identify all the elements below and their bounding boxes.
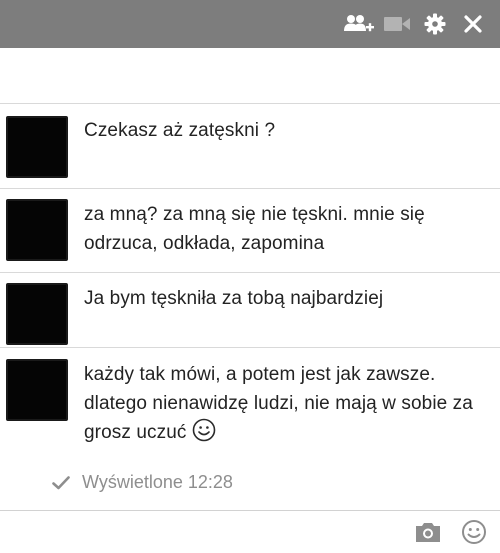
emoji-button[interactable]: [458, 517, 490, 547]
seen-indicator: Wyświetlone 12:28: [52, 472, 233, 493]
message-text: Czekasz aż zatęskni ?: [84, 120, 276, 141]
message-text: za mną? za mną się nie tęskni. mnie się …: [84, 204, 425, 254]
settings-button[interactable]: [418, 7, 452, 41]
seen-label: Wyświetlone 12:28: [82, 472, 233, 492]
add-friends-icon: [344, 15, 374, 32]
compose-bar: [0, 510, 500, 553]
gear-icon: [424, 13, 446, 35]
video-camera-icon: [384, 17, 410, 31]
add-friends-button[interactable]: [342, 7, 376, 41]
emoji-icon: [462, 520, 486, 544]
video-call-button[interactable]: [380, 7, 414, 41]
checkmark-icon: [52, 475, 70, 489]
message-item: każdy tak mówi, a potem jest jak zawsze.…: [0, 347, 500, 467]
smiley-icon: [193, 418, 216, 442]
avatar[interactable]: [6, 283, 68, 345]
message-text-content: każdy tak mówi, a potem jest jak zawsze.…: [84, 364, 473, 443]
avatar[interactable]: [6, 116, 68, 178]
add-photo-button[interactable]: [412, 517, 444, 547]
avatar[interactable]: [6, 359, 68, 421]
camera-icon: [416, 523, 440, 542]
close-icon: [464, 15, 482, 33]
message-input[interactable]: [0, 511, 400, 553]
close-chat-button[interactable]: [456, 7, 490, 41]
message-item: Czekasz aż zatęskni ?: [0, 103, 500, 188]
message-item: za mną? za mną się nie tęskni. mnie się …: [0, 188, 500, 272]
message-list: Czekasz aż zatęskni ? za mną? za mną się…: [0, 103, 500, 467]
conversation-top-space: [0, 48, 500, 104]
message-text: każdy tak mówi, a potem jest jak zawsze.…: [84, 358, 488, 447]
message-text: Ja bym tęskniła za tobą najbardziej: [84, 288, 384, 309]
message-item: Ja bym tęskniła za tobą najbardziej: [0, 272, 500, 347]
chat-titlebar: [0, 0, 500, 48]
avatar[interactable]: [6, 199, 68, 261]
